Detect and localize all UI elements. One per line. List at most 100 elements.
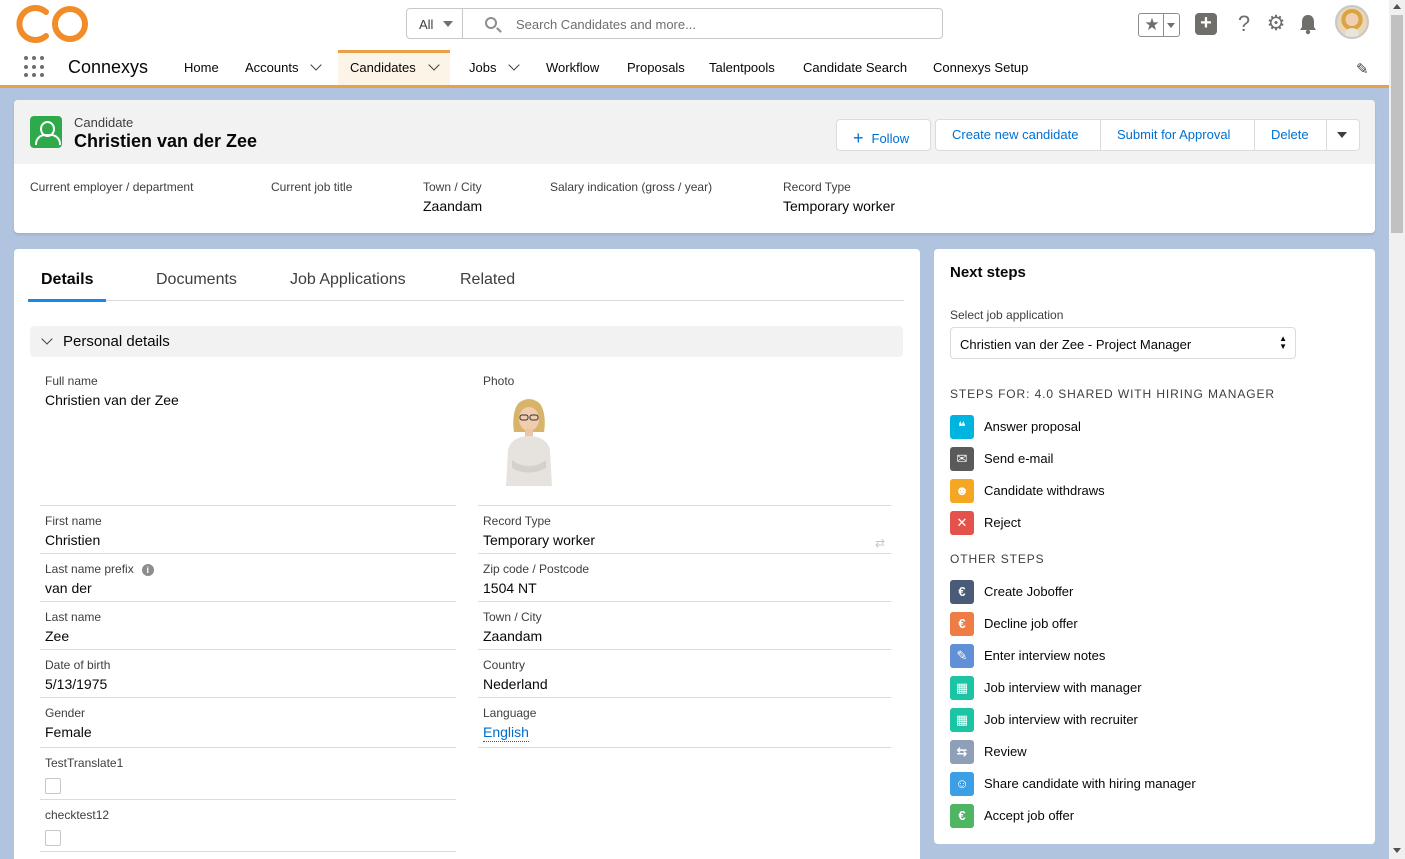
change-record-type-icon[interactable]: ⇄ [875,536,885,550]
follow-label: Follow [871,131,910,146]
nav-item-talentpools[interactable]: Talentpools [709,50,775,85]
step-label: Job interview with recruiter [984,712,1138,727]
field-value: 1504 NT [483,580,537,596]
next-steps-title: Next steps [950,264,1026,281]
highlight-label: Salary indication (gross / year) [550,180,713,194]
gear-icon[interactable]: ⚙ [1265,13,1287,35]
next-steps-panel: Next steps Select job application Christ… [934,249,1375,844]
section-personal-details[interactable]: Personal details [30,326,903,357]
field-testtranslate1: TestTranslate1 [40,748,456,800]
steps-heading: STEPS FOR: 4.0 SHARED WITH HIRING MANAGE… [950,387,1275,401]
page: All ★ + ? ⚙ Connexys Home Account [0,0,1389,859]
chevron-down-icon[interactable] [508,59,521,71]
record-title: Christien van der Zee [74,131,258,151]
connexys-logo [16,5,88,43]
bell-icon[interactable] [1297,13,1319,35]
chevron-down-icon[interactable] [428,59,440,71]
nav-item-candidates[interactable]: Candidates [338,50,450,85]
field-label: Country [483,658,526,672]
step-label: Share candidate with hiring manager [984,776,1196,791]
app-launcher-icon[interactable] [24,56,46,78]
more-actions-button[interactable] [1326,119,1360,151]
other-steps-heading: OTHER STEPS [950,552,1045,566]
field-checktest12: checktest12 [40,800,456,852]
record-header: Candidate Christien van der Zee + Follow … [14,100,1375,233]
add-icon[interactable]: + [1195,13,1217,35]
nav-item-label: Workflow [546,60,600,75]
step-label: Enter interview notes [984,648,1106,663]
step-accept-job-offer-icon: € [950,804,974,828]
create-new-candidate-button[interactable]: Create new candidate [935,119,1101,151]
search-scope-dropdown[interactable]: All [406,8,463,39]
tab-details[interactable]: Details [28,271,107,302]
tab-related[interactable]: Related [447,271,528,299]
chevron-down-icon [41,333,53,345]
delete-button[interactable]: Delete [1254,119,1327,151]
candidate-icon [30,116,62,148]
field-label: TestTranslate1 [45,756,124,770]
select-job-application-label: Select job application [950,308,1064,322]
page-scrollbar[interactable] [1389,0,1405,859]
field-label: Full name [45,374,98,388]
selected-job-application: Christien van der Zee - Project Manager [960,337,1192,352]
nav-item-connexys-setup[interactable]: Connexys Setup [933,50,1028,85]
field-language: Language English [478,698,891,748]
caret-down-icon[interactable] [1167,23,1175,28]
step-label: Create Joboffer [984,584,1074,599]
nav-item-accounts[interactable]: Accounts [245,50,323,85]
nav-item-label: Candidate Search [803,60,908,75]
step-label: Reject [984,515,1021,530]
select-arrows-icon: ▲ ▼ [1279,334,1287,351]
global-search[interactable] [462,8,943,39]
global-header: All ★ + ? ⚙ [0,0,1389,50]
tab-job-applications[interactable]: Job Applications [277,271,419,299]
info-icon[interactable]: i [141,564,154,576]
field-label: Last name prefix i [45,562,456,576]
scrollbar-thumb[interactable] [1391,15,1403,233]
app-name: Connexys [68,57,149,77]
field-date-of-birth: Date of birth 5/13/1975 [40,650,456,698]
step-job-interview-with-manager-icon: ▦ [950,676,974,700]
edit-nav-pencil-icon[interactable]: ✎ [1356,60,1369,78]
nav-item-jobs[interactable]: Jobs [469,50,521,85]
job-application-select[interactable]: Christien van der Zee - Project Manager … [950,327,1296,359]
checktest12-checkbox[interactable] [45,830,61,846]
field-label: Date of birth [45,658,111,672]
field-label: Record Type [483,514,551,528]
field-label: Language [483,706,537,720]
favorites-button[interactable]: ★ [1138,13,1180,37]
nav-item-proposals[interactable]: Proposals [627,50,685,85]
field-value: Christien [45,532,101,548]
submit-for-approval-button[interactable]: Submit for Approval [1100,119,1255,151]
nav-item-workflow[interactable]: Workflow [546,50,599,85]
nav-item-candidate-search[interactable]: Candidate Search [803,50,907,85]
testtranslate1-checkbox[interactable] [45,778,61,794]
field-value: Female [45,724,92,740]
caret-down-icon [443,21,453,27]
nav-item-home[interactable]: Home [184,50,219,85]
field-label: Last name [45,610,102,624]
step-label: Job interview with manager [984,680,1142,695]
scroll-down-icon[interactable] [1393,848,1401,853]
follow-button[interactable]: + Follow [836,119,931,151]
step-label: Send e-mail [984,451,1054,466]
step-enter-interview-notes-icon: ✎ [950,644,974,668]
field-value: Temporary worker [483,532,596,548]
highlight-label: Record Type [783,180,851,194]
user-avatar[interactable] [1335,5,1369,39]
nav-item-label: Jobs [469,60,497,75]
step-review-icon: ⇆ [950,740,974,764]
help-icon[interactable]: ? [1233,13,1255,35]
caret-down-icon [1337,132,1347,138]
scroll-up-icon[interactable] [1393,4,1401,9]
tab-documents[interactable]: Documents [143,271,250,299]
field-label: checktest12 [45,808,110,822]
field-town-city: Town / City Zaandam [478,602,891,650]
field-value: van der [45,580,92,596]
details-card: Details Documents Job Applications Relat… [14,249,920,859]
language-link[interactable]: English [483,724,529,742]
step-label: Review [984,744,1027,759]
star-icon: ★ [1144,15,1160,34]
search-input[interactable] [516,15,916,33]
chevron-down-icon[interactable] [310,59,323,71]
